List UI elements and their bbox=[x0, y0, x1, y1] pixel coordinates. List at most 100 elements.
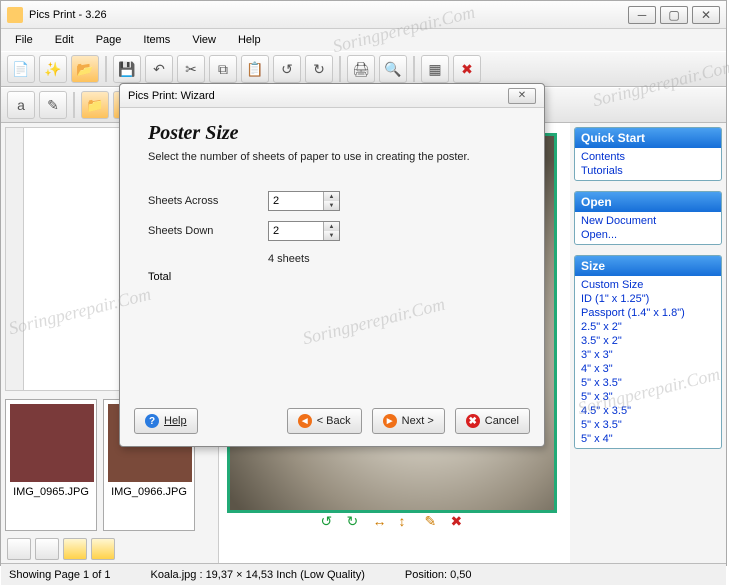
grid-icon[interactable]: ▦ bbox=[421, 55, 449, 83]
resize-handle-se[interactable] bbox=[550, 506, 557, 513]
thumb-label: IMG_0965.JPG bbox=[13, 486, 89, 498]
size-link[interactable]: 2.5" x 2" bbox=[581, 320, 715, 334]
size-link[interactable]: 3.5" x 2" bbox=[581, 334, 715, 348]
statusbar: Showing Page 1 of 1 Koala.jpg : 19,37 × … bbox=[1, 563, 726, 585]
size-link[interactable]: ID (1" x 1.25") bbox=[581, 292, 715, 306]
panel-header: Quick Start bbox=[575, 128, 721, 148]
panel-open: Open New Document Open... bbox=[574, 191, 722, 245]
edit-img-icon[interactable]: ✎ bbox=[425, 513, 443, 531]
menubar: File Edit Page Items View Help bbox=[1, 29, 726, 51]
cancel-button[interactable]: ✖Cancel bbox=[455, 408, 530, 434]
folder1-icon[interactable]: 📁 bbox=[81, 91, 109, 119]
link-contents[interactable]: Contents bbox=[581, 150, 715, 164]
rotate-bar: ↺ ↻ ↔ ↕ ✎ ✖ bbox=[321, 513, 469, 531]
spin-down-icon[interactable]: ▼ bbox=[324, 201, 339, 210]
flip-h-icon[interactable]: ↔ bbox=[373, 513, 391, 531]
menu-file[interactable]: File bbox=[9, 32, 39, 48]
cut-icon[interactable]: ✂ bbox=[177, 55, 205, 83]
menu-edit[interactable]: Edit bbox=[49, 32, 80, 48]
rotate-cw-icon[interactable]: ↻ bbox=[347, 513, 365, 531]
dialog-button-row: ?Help ◄< Back ►Next > ✖Cancel bbox=[134, 408, 530, 434]
dialog-heading: Poster Size bbox=[148, 122, 516, 145]
status-info: Koala.jpg : 19,37 × 14,53 Inch (Low Qual… bbox=[151, 569, 365, 581]
status-page: Showing Page 1 of 1 bbox=[9, 569, 111, 581]
dialog-close-button[interactable]: ✕ bbox=[508, 88, 536, 104]
edit-tool-icon[interactable]: ✎ bbox=[39, 91, 67, 119]
spin-down-icon[interactable]: ▼ bbox=[324, 231, 339, 240]
size-link[interactable]: 5" x 3.5" bbox=[581, 376, 715, 390]
status-position: Position: 0,50 bbox=[405, 569, 472, 581]
link-tutorials[interactable]: Tutorials bbox=[581, 164, 715, 178]
text-tool-icon[interactable]: a bbox=[7, 91, 35, 119]
paste-icon[interactable]: 📋 bbox=[241, 55, 269, 83]
file-btn-2[interactable] bbox=[35, 538, 59, 560]
panel-header: Size bbox=[575, 256, 721, 276]
resize-handle-sw[interactable] bbox=[227, 506, 234, 513]
undo-icon[interactable]: ↶ bbox=[145, 55, 173, 83]
thumb-image bbox=[10, 404, 94, 482]
rotate-left-icon[interactable]: ↺ bbox=[273, 55, 301, 83]
thumb-label: IMG_0966.JPG bbox=[111, 486, 187, 498]
help-button[interactable]: ?Help bbox=[134, 408, 198, 434]
copy-icon[interactable]: ⧉ bbox=[209, 55, 237, 83]
size-link[interactable]: 4" x 3" bbox=[581, 362, 715, 376]
file-btn-4[interactable] bbox=[91, 538, 115, 560]
toolbar-1: 📄 ✨ 📂 💾 ↶ ✂ ⧉ 📋 ↺ ↻ 🖨 🔍 ▦ ✖ bbox=[1, 51, 726, 87]
close-button[interactable]: ✕ bbox=[692, 6, 720, 24]
dialog-subtext: Select the number of sheets of paper to … bbox=[148, 151, 516, 163]
vertical-ruler bbox=[6, 128, 24, 390]
panel-size: Size Custom Size ID (1" x 1.25") Passpor… bbox=[574, 255, 722, 449]
link-newdoc[interactable]: New Document bbox=[581, 214, 715, 228]
preview-icon[interactable]: 🔍 bbox=[379, 55, 407, 83]
panel-header: Open bbox=[575, 192, 721, 212]
remove-img-icon[interactable]: ✖ bbox=[451, 513, 469, 531]
titlebar: Pics Print - 3.26 ─ ▢ ✕ bbox=[1, 1, 726, 29]
minimize-button[interactable]: ─ bbox=[628, 6, 656, 24]
rotate-right-icon[interactable]: ↻ bbox=[305, 55, 333, 83]
size-link[interactable]: Custom Size bbox=[581, 278, 715, 292]
new-doc-icon[interactable]: 📄 bbox=[7, 55, 35, 83]
size-link[interactable]: 5" x 3.5" bbox=[581, 418, 715, 432]
menu-items[interactable]: Items bbox=[137, 32, 176, 48]
link-open[interactable]: Open... bbox=[581, 228, 715, 242]
sheets-down-label: Sheets Down bbox=[148, 225, 268, 237]
spin-up-icon[interactable]: ▲ bbox=[324, 222, 339, 231]
size-link[interactable]: 5" x 4" bbox=[581, 432, 715, 446]
sheets-across-label: Sheets Across bbox=[148, 195, 268, 207]
sheets-down-spinner[interactable]: ▲▼ bbox=[268, 221, 340, 241]
wizard-icon[interactable]: ✨ bbox=[39, 55, 67, 83]
delete-icon[interactable]: ✖ bbox=[453, 55, 481, 83]
sheets-down-input[interactable] bbox=[269, 225, 323, 237]
sheets-across-input[interactable] bbox=[269, 195, 323, 207]
size-link[interactable]: 4.5" x 3.5" bbox=[581, 404, 715, 418]
total-label: Total bbox=[148, 271, 268, 283]
app-icon bbox=[7, 7, 23, 23]
flip-v-icon[interactable]: ↕ bbox=[399, 513, 417, 531]
size-link[interactable]: 5" x 3" bbox=[581, 390, 715, 404]
spin-up-icon[interactable]: ▲ bbox=[324, 192, 339, 201]
right-pane: Quick Start Contents Tutorials Open New … bbox=[570, 123, 726, 563]
window-title: Pics Print - 3.26 bbox=[29, 9, 624, 21]
file-btn-1[interactable] bbox=[7, 538, 31, 560]
maximize-button[interactable]: ▢ bbox=[660, 6, 688, 24]
total-value: 4 sheets bbox=[268, 251, 516, 265]
sheets-across-spinner[interactable]: ▲▼ bbox=[268, 191, 340, 211]
size-link[interactable]: 3" x 3" bbox=[581, 348, 715, 362]
menu-view[interactable]: View bbox=[186, 32, 222, 48]
dialog-title: Pics Print: Wizard bbox=[128, 90, 508, 102]
file-buttons bbox=[1, 535, 218, 563]
save-icon[interactable]: 💾 bbox=[113, 55, 141, 83]
back-button[interactable]: ◄< Back bbox=[287, 408, 362, 434]
size-link[interactable]: Passport (1.4" x 1.8") bbox=[581, 306, 715, 320]
file-btn-3[interactable] bbox=[63, 538, 87, 560]
resize-handle-ne[interactable] bbox=[550, 133, 557, 140]
rotate-ccw-icon[interactable]: ↺ bbox=[321, 513, 339, 531]
help-icon: ? bbox=[145, 414, 159, 428]
open-folder-icon[interactable]: 📂 bbox=[71, 55, 99, 83]
wizard-dialog: Pics Print: Wizard ✕ Poster Size Select … bbox=[119, 83, 545, 447]
menu-help[interactable]: Help bbox=[232, 32, 267, 48]
next-button[interactable]: ►Next > bbox=[372, 408, 445, 434]
thumbnail[interactable]: IMG_0965.JPG bbox=[5, 399, 97, 531]
print-icon[interactable]: 🖨 bbox=[347, 55, 375, 83]
menu-page[interactable]: Page bbox=[90, 32, 128, 48]
